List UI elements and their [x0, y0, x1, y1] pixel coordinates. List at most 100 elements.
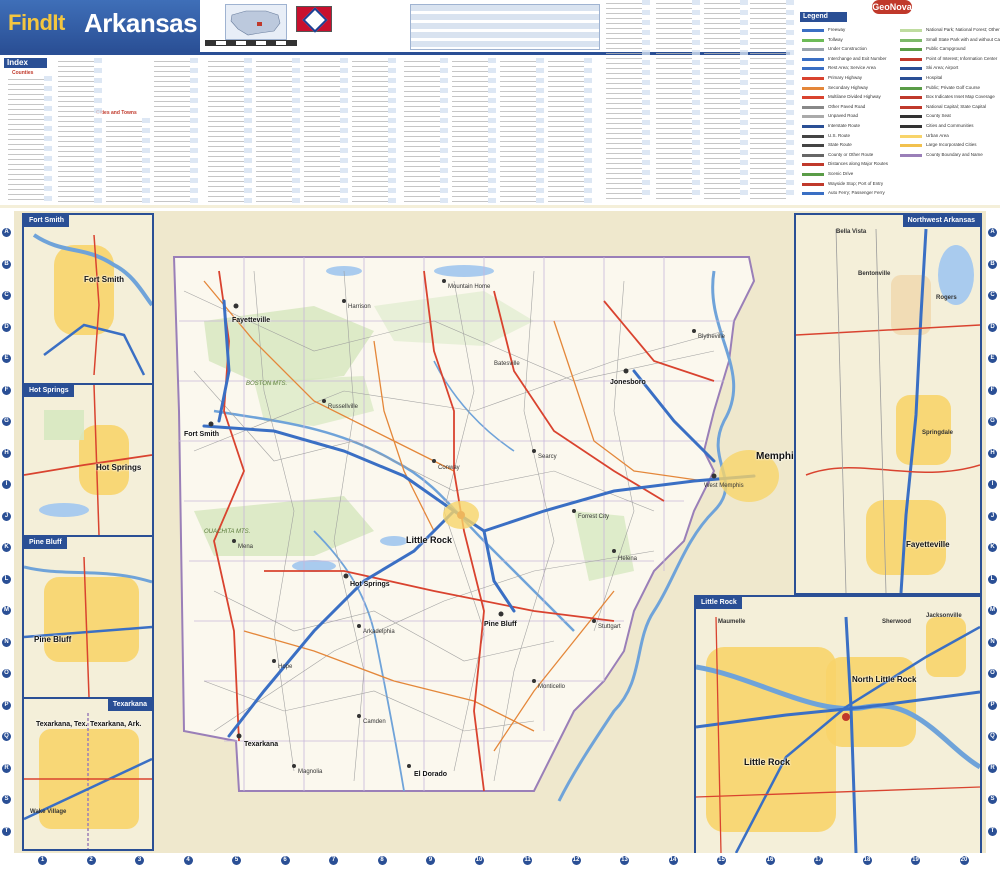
- inset-title: Little Rock: [696, 597, 742, 609]
- grid-marker: E: [988, 354, 997, 363]
- legend-swatch: [900, 38, 922, 42]
- index-column: [656, 0, 700, 200]
- inset-title: Texarkana: [107, 699, 152, 711]
- grid-marker: J: [988, 511, 997, 521]
- city-label: Stuttgart: [598, 624, 621, 630]
- grid-marker: R: [2, 763, 11, 773]
- inset-pine-bluff[interactable]: Pine Bluff Pine Bluff: [22, 535, 154, 699]
- legend-swatch: [802, 163, 824, 167]
- legend-swatch: [802, 134, 824, 138]
- grid-marker: F: [988, 385, 997, 395]
- inset-little-rock[interactable]: Little Rock Little Rock North Little Roc…: [694, 595, 982, 853]
- city-label: Pine Bluff: [34, 635, 72, 644]
- legend-row: Tollway: [802, 36, 894, 44]
- legend-row: Multilane Divided Highway: [802, 93, 894, 101]
- grid-marker: 10: [474, 856, 484, 865]
- legend-swatch: [900, 105, 922, 109]
- brand-prefix: FindIt: [8, 10, 65, 35]
- legend-row: Other Paved Road: [802, 103, 894, 111]
- city-label: Sherwood: [882, 619, 912, 625]
- grid-marker: I: [2, 480, 11, 489]
- grid-marker: N: [988, 637, 997, 647]
- grid-marker: Q: [2, 732, 11, 741]
- legend-row: Large Incorporated Cities: [900, 141, 992, 149]
- grid-marker: 16: [765, 856, 775, 865]
- grid-marker: K: [2, 543, 11, 552]
- legend-row: Secondary Highway: [802, 84, 894, 92]
- cities-heading: Cities and Towns: [96, 110, 137, 116]
- legend-swatch: [900, 96, 922, 100]
- region-label: BOSTON MTS.: [246, 381, 288, 387]
- legend-swatch: [802, 67, 824, 71]
- city-label: Memphis: [756, 451, 800, 462]
- legend-swatch: [802, 29, 824, 32]
- city-label: Little Rock: [406, 535, 453, 545]
- grid-marker: 17: [814, 856, 823, 865]
- grid-marker: B: [988, 259, 997, 269]
- grid-marker: J: [2, 511, 11, 521]
- inset-northwest-arkansas[interactable]: Northwest Arkansas Bella Vista Bentonvil…: [794, 213, 982, 595]
- legend-label: Cities and Communities: [926, 123, 974, 128]
- inset-fort-smith[interactable]: Fort Smith Fort Smith: [22, 213, 154, 385]
- city-label: Rogers: [936, 295, 957, 301]
- legend-label: Interchange and Exit Number: [828, 55, 887, 61]
- city-label: Batesville: [494, 361, 520, 367]
- legend-row: County Boundary and Name: [900, 151, 992, 159]
- legend-label: County or Other Route: [828, 151, 874, 157]
- legend-row: Urban Area: [900, 132, 992, 140]
- city-label: Pine Bluff: [484, 621, 517, 628]
- city-label: Texarkana: [244, 741, 279, 748]
- index-column: [704, 0, 748, 200]
- legend-swatch: [900, 86, 922, 90]
- legend-swatch: [802, 86, 824, 90]
- legend-swatch: [802, 96, 824, 100]
- grid-marker: O: [988, 669, 997, 678]
- inset-texarkana[interactable]: Texarkana Texarkana, Tex. Texarkana, Ark…: [22, 697, 154, 851]
- legend-row: Point of Interest; Information Center: [900, 55, 997, 63]
- grid-marker: I: [988, 480, 997, 489]
- city-label: Hot Springs: [350, 581, 390, 588]
- state-road-map[interactable]: Little Rock Fort Smith Fayetteville Jone…: [14, 211, 986, 853]
- city-label: Maumelle: [718, 619, 746, 625]
- index-column: [58, 58, 102, 204]
- legend-label: National Capital; State Capital: [926, 103, 987, 109]
- grid-marker: L: [2, 574, 11, 584]
- grid-marker: M: [988, 606, 997, 615]
- state-flag: [296, 6, 332, 33]
- city-label: Helena: [618, 556, 638, 562]
- grid-marker: 7: [329, 856, 338, 865]
- legend-swatch: [802, 48, 824, 52]
- legend-row: National Capital; State Capital: [900, 103, 992, 111]
- city-label: Hope: [278, 664, 293, 670]
- legend-swatch: [802, 192, 824, 196]
- grid-marker: M: [2, 606, 11, 615]
- legend-row: Distances along Major Routes: [802, 160, 894, 168]
- legend-swatch: [900, 29, 922, 32]
- legend-label: Multilane Divided Highway: [828, 94, 881, 100]
- legend-label: Other Paved Road: [828, 103, 866, 109]
- legend-row: Primary Highway: [802, 74, 894, 82]
- legend-row: Box Indicates Inset Map Coverage: [900, 93, 995, 101]
- legend-label: Public Campground: [926, 46, 966, 52]
- grid-marker: 6: [280, 856, 290, 865]
- city-label: Texarkana, Ark.: [90, 721, 142, 728]
- legend-label: Freeway: [828, 27, 846, 32]
- legend-label: Public; Private Golf Course: [926, 84, 981, 90]
- grid-marker: 8: [377, 856, 387, 865]
- index-column: [548, 58, 592, 204]
- city-label: Little Rock: [744, 757, 791, 767]
- legend-row: Ski Area; Airport: [900, 64, 992, 72]
- legend-swatch: [802, 144, 824, 148]
- legend-swatch: [900, 144, 922, 148]
- legend-swatch: [900, 115, 922, 119]
- city-label: Conway: [438, 465, 460, 471]
- index-column: [8, 76, 52, 204]
- city-label: Forrest City: [578, 514, 610, 520]
- legend-swatch: [802, 182, 824, 186]
- legend-row: Rest Area; Service Area: [802, 64, 894, 72]
- city-label: Fort Smith: [84, 275, 124, 284]
- legend-label: National Park; National Forest; Other La…: [926, 27, 1000, 32]
- inset-hot-springs[interactable]: Hot Springs Hot Springs: [22, 383, 154, 537]
- legend-row: Wayside Stop; Port of Entry: [802, 180, 894, 188]
- legend-swatch: [802, 153, 824, 157]
